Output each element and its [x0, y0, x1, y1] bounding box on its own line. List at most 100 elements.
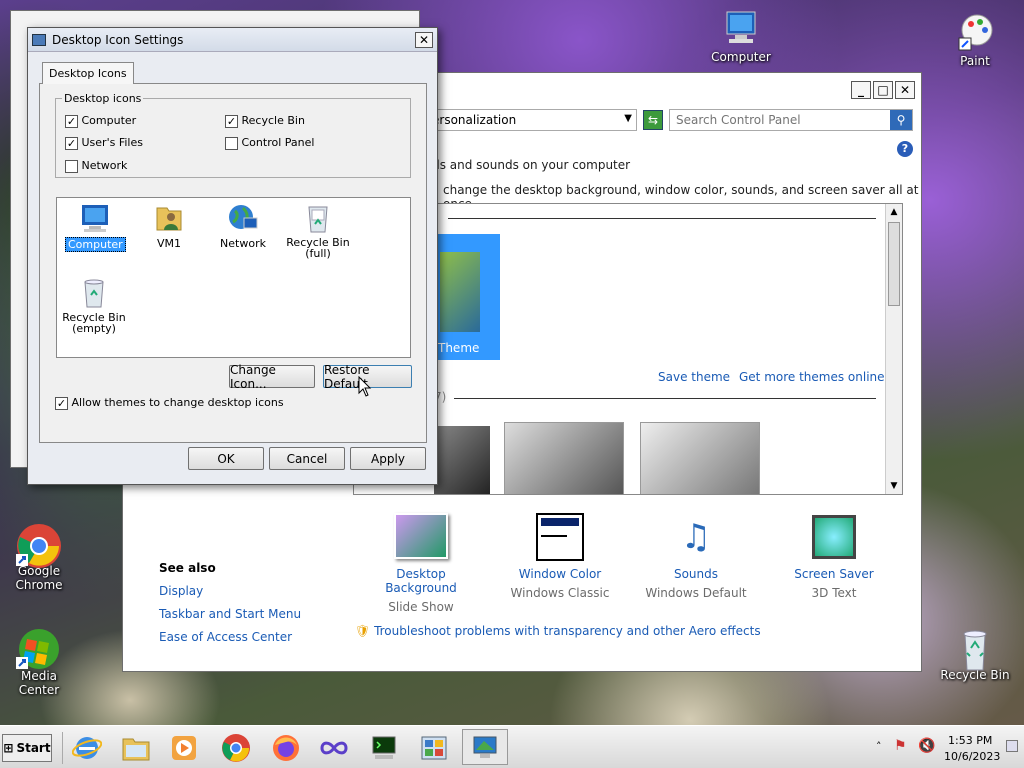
dialog-close-button[interactable]: ✕	[415, 31, 433, 48]
desktop-icon-paint[interactable]: Paint	[938, 12, 1012, 68]
maximize-button[interactable]: □	[873, 81, 893, 99]
checkbox-recycle-bin[interactable]: ✓ Recycle Bin	[225, 114, 305, 128]
checkbox-box[interactable]: ✓	[65, 114, 78, 128]
show-hidden-icons-chevron-icon[interactable]: ˄	[876, 740, 882, 753]
taskbar-personalization-active[interactable]	[462, 729, 508, 765]
checkbox-box[interactable]	[65, 159, 78, 173]
theme-thumbnail[interactable]	[504, 422, 624, 494]
clock-date[interactable]: 10/6/2023	[944, 750, 1000, 763]
start-button[interactable]: ⊞ Start	[2, 734, 52, 762]
icon-item-computer[interactable]: Computer	[65, 202, 126, 252]
icon-label: Network	[220, 237, 266, 250]
clock-time[interactable]: 1:53 PM	[948, 734, 992, 747]
theme-thumbnail[interactable]	[640, 422, 760, 494]
item-title: Desktop Background	[385, 567, 457, 595]
tab-desktop-icons[interactable]: Desktop Icons	[42, 62, 134, 84]
group-divider	[454, 398, 876, 399]
address-bar[interactable]: ersonalization ▼	[429, 109, 637, 131]
troubleshoot-link[interactable]: 🛡 Troubleshoot problems with transparenc…	[355, 624, 761, 638]
desktop-background-item[interactable]: Desktop Background Slide Show	[359, 513, 483, 614]
search-box[interactable]: ⚲	[669, 109, 913, 131]
change-icon-button[interactable]: Change Icon...	[229, 363, 315, 391]
theme-thumbnail[interactable]	[434, 426, 490, 494]
save-theme-link[interactable]: Save theme	[658, 370, 730, 384]
checkbox-box[interactable]: ✓	[65, 136, 78, 150]
chevron-down-icon[interactable]: ▼	[624, 113, 632, 124]
scroll-up-arrow[interactable]: ▲	[886, 204, 902, 220]
see-also-display[interactable]: Display	[159, 584, 203, 598]
search-icon[interactable]: ⚲	[890, 110, 912, 130]
control-panel-icon	[421, 736, 447, 760]
icon-label: Recycle Bin (empty)	[62, 311, 126, 335]
close-button[interactable]: ✕	[895, 81, 915, 99]
see-also-taskbar[interactable]: Taskbar and Start Menu	[159, 607, 301, 621]
desktop-icon-recycle-bin[interactable]: Recycle Bin	[938, 626, 1012, 682]
selected-theme[interactable]: Theme	[430, 234, 500, 360]
dialog-app-icon	[32, 33, 46, 46]
item-title: Window Color	[518, 567, 602, 581]
checkbox-box[interactable]: ✓	[225, 114, 238, 128]
scrollbar[interactable]: ▲ ▼	[885, 204, 902, 494]
dialog-titlebar[interactable]: Desktop Icon Settings ✕	[28, 28, 437, 52]
checkbox-computer[interactable]: ✓ Computer	[65, 114, 136, 128]
window-color-icon	[536, 513, 584, 561]
see-also-title: See also	[159, 561, 216, 575]
checkbox-label: User's Files	[81, 136, 143, 149]
sounds-item[interactable]: ♫ Sounds Windows Default	[641, 513, 751, 600]
refresh-button[interactable]: ⇆	[643, 110, 663, 130]
taskbar-infinity-app[interactable]	[316, 730, 352, 766]
icon-label: VM1	[156, 237, 181, 250]
checkbox-control-panel[interactable]: Control Panel	[225, 136, 314, 150]
firefox-icon	[273, 735, 299, 761]
scroll-thumb[interactable]	[888, 222, 900, 306]
scroll-down-arrow[interactable]: ▼	[886, 478, 902, 494]
taskbar-firefox[interactable]	[268, 730, 304, 766]
tray-separator	[62, 732, 63, 764]
taskbar-explorer[interactable]	[118, 730, 154, 766]
icon-item-network[interactable]: Network	[213, 202, 273, 250]
help-icon[interactable]: ?	[897, 141, 913, 157]
icon-list[interactable]: Computer VM1 Network Recycle Bin (full) …	[56, 197, 411, 358]
show-desktop-icon[interactable]	[1006, 740, 1018, 752]
folder-icon	[122, 738, 150, 761]
item-subtitle: Windows Classic	[510, 586, 610, 600]
item-title: Sounds	[673, 567, 719, 581]
desktop-icon-chrome[interactable]: Google Chrome	[2, 522, 76, 592]
taskbar-ie[interactable]	[69, 730, 105, 766]
checkbox-box[interactable]	[225, 136, 238, 150]
display-icon	[473, 736, 497, 758]
window-controls: _ □ ✕	[849, 81, 915, 99]
checkbox-label: Control Panel	[241, 136, 315, 149]
desktop-icon-label: Computer	[711, 50, 771, 64]
search-input[interactable]	[670, 110, 888, 130]
media-player-icon	[172, 736, 196, 760]
volume-muted-icon[interactable]: 🔇	[918, 738, 935, 754]
taskbar-media-player[interactable]	[166, 730, 202, 766]
apply-button[interactable]: Apply	[350, 447, 426, 470]
action-center-flag-icon[interactable]: ⚑	[894, 738, 907, 754]
get-more-themes-link[interactable]: Get more themes online	[739, 370, 885, 384]
see-also-ease-of-access[interactable]: Ease of Access Center	[159, 630, 292, 644]
checkbox-box[interactable]: ✓	[55, 396, 68, 410]
icon-item-vm1[interactable]: VM1	[139, 202, 199, 250]
taskbar-control-panel[interactable]	[416, 730, 452, 766]
checkbox-network[interactable]: Network	[65, 159, 127, 173]
troubleshoot-label: Troubleshoot problems with transparency …	[374, 624, 761, 638]
taskbar-terminal[interactable]	[366, 730, 402, 766]
allow-themes-checkbox[interactable]: ✓ Allow themes to change desktop icons	[55, 396, 284, 410]
ok-button[interactable]: OK	[188, 447, 264, 470]
screen-saver-item[interactable]: Screen Saver 3D Text	[779, 513, 889, 600]
checkbox-label: Computer	[81, 114, 137, 127]
window-color-item[interactable]: Window Color Windows Classic	[503, 513, 617, 600]
taskbar: ⊞ Start ˄ ⚑ 🔇 1:53 PM 10/6/2023	[0, 725, 1024, 768]
desktop-icon-computer[interactable]: Computer	[704, 8, 778, 64]
minimize-button[interactable]: _	[851, 81, 871, 99]
desktop-icon-media-center[interactable]: Media Center	[2, 627, 76, 697]
icon-item-recycle-bin-full[interactable]: Recycle Bin (full)	[283, 202, 353, 259]
taskbar-chrome[interactable]	[218, 730, 254, 766]
icon-item-recycle-bin-empty[interactable]: Recycle Bin (empty)	[59, 277, 129, 334]
checkbox-users-files[interactable]: ✓ User's Files	[65, 136, 143, 150]
infinity-icon	[320, 741, 348, 755]
recycle-bin-empty-icon	[84, 279, 104, 308]
cancel-button[interactable]: Cancel	[269, 447, 345, 470]
